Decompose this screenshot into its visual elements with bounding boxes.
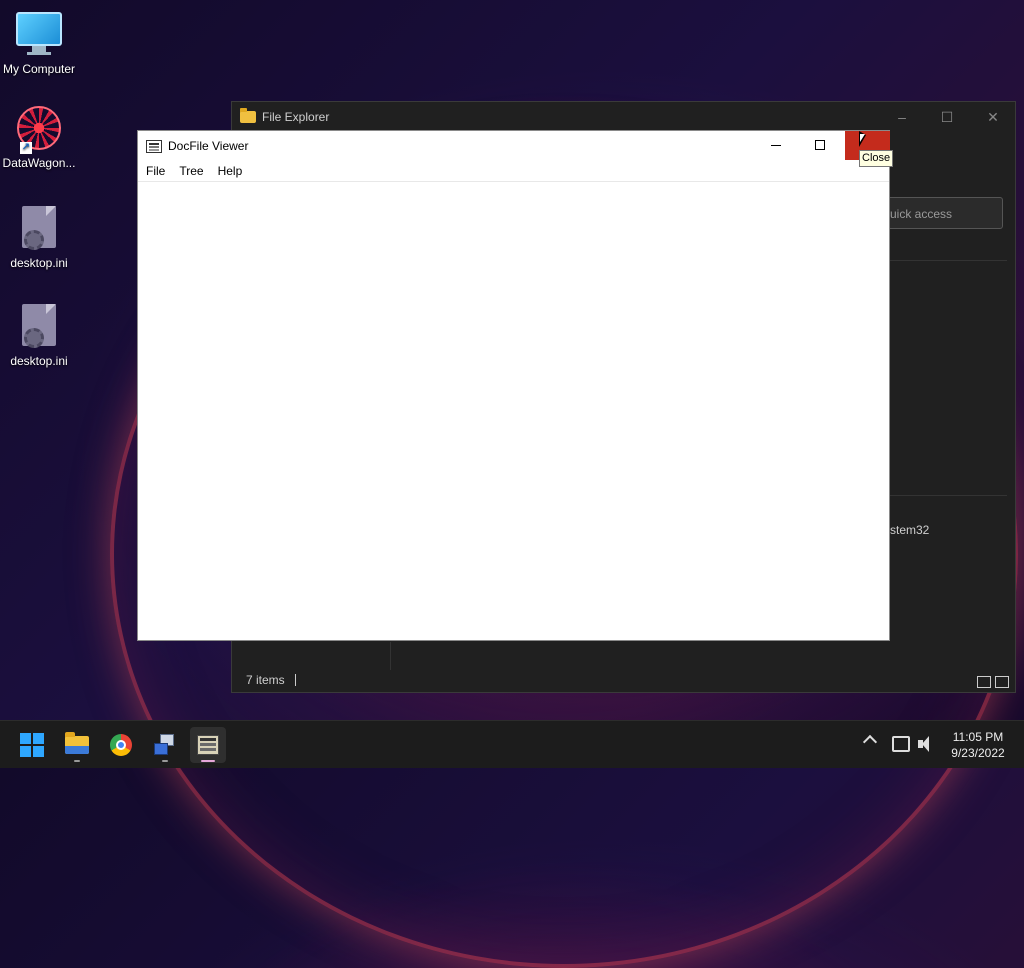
docfile-viewer-window[interactable]: DocFile Viewer File Tree Help bbox=[137, 130, 890, 641]
volume-icon[interactable] bbox=[918, 736, 936, 752]
docfile-app-icon bbox=[146, 139, 162, 153]
menu-bar: File Tree Help bbox=[138, 161, 889, 182]
docfile-content-area[interactable] bbox=[138, 182, 889, 640]
clock-date: 9/23/2022 bbox=[951, 746, 1005, 760]
clock[interactable]: 11:05 PM 9/23/2022 bbox=[938, 729, 1018, 761]
desktop-icon-my-computer[interactable]: My Computer bbox=[0, 8, 78, 76]
divider bbox=[887, 260, 1007, 261]
folder-item-system32[interactable]: stem32 bbox=[890, 523, 929, 537]
clock-time: 11:05 PM bbox=[952, 730, 1004, 744]
status-divider bbox=[294, 674, 296, 686]
explorer-minimize-button[interactable]: – bbox=[887, 108, 917, 126]
view-toggle bbox=[977, 676, 1009, 688]
gear-icon bbox=[24, 328, 44, 348]
maximize-button[interactable] bbox=[815, 140, 825, 150]
docfile-title: DocFile Viewer bbox=[168, 139, 249, 153]
shortcut-arrow-icon: ↗ bbox=[20, 142, 32, 154]
desktop-icon-desktop-ini-2[interactable]: desktop.ini bbox=[0, 302, 78, 368]
monitor-icon bbox=[16, 12, 62, 58]
explorer-title: File Explorer bbox=[262, 110, 330, 124]
desktop-icon-label: desktop.ini bbox=[10, 256, 68, 270]
pane-splitter[interactable] bbox=[390, 642, 391, 670]
settings-file-icon bbox=[16, 304, 62, 350]
explorer-maximize-button[interactable]: ☐ bbox=[932, 108, 962, 126]
taskbar: 11:05 PM 9/23/2022 bbox=[0, 720, 1024, 768]
desktop-icon-label: DataWagon... bbox=[2, 156, 76, 170]
desktop-icon-label: desktop.ini bbox=[10, 354, 68, 368]
system-tray: 11:05 PM 9/23/2022 bbox=[0, 721, 1024, 769]
quick-access-button[interactable]: uick access bbox=[887, 197, 1003, 229]
item-count: 7 items bbox=[246, 673, 285, 687]
close-tooltip: Close bbox=[859, 150, 894, 167]
desktop-icon-label: My Computer bbox=[2, 62, 76, 76]
divider bbox=[887, 495, 1007, 496]
mandala-shortcut-icon: ↗ bbox=[16, 106, 62, 154]
minimize-button[interactable] bbox=[768, 137, 784, 153]
chevron-up-icon[interactable] bbox=[862, 734, 878, 750]
explorer-status-bar: 7 items bbox=[232, 668, 1015, 692]
folder-icon bbox=[240, 108, 256, 123]
details-view-icon[interactable] bbox=[977, 676, 991, 688]
gear-icon bbox=[24, 230, 44, 250]
menu-file[interactable]: File bbox=[146, 164, 165, 178]
explorer-close-button[interactable]: ✕ bbox=[978, 108, 1008, 126]
settings-file-icon bbox=[16, 206, 62, 252]
desktop-icon-desktop-ini-1[interactable]: desktop.ini bbox=[0, 204, 78, 270]
menu-tree[interactable]: Tree bbox=[179, 164, 203, 178]
docfile-titlebar[interactable]: DocFile Viewer bbox=[138, 131, 890, 161]
network-icon[interactable] bbox=[892, 736, 910, 752]
mouse-cursor-fill bbox=[860, 134, 865, 142]
menu-help[interactable]: Help bbox=[218, 164, 243, 178]
large-icons-view-icon[interactable] bbox=[995, 676, 1009, 688]
desktop-icon-datawagon[interactable]: ↗ DataWagon... bbox=[0, 106, 78, 170]
